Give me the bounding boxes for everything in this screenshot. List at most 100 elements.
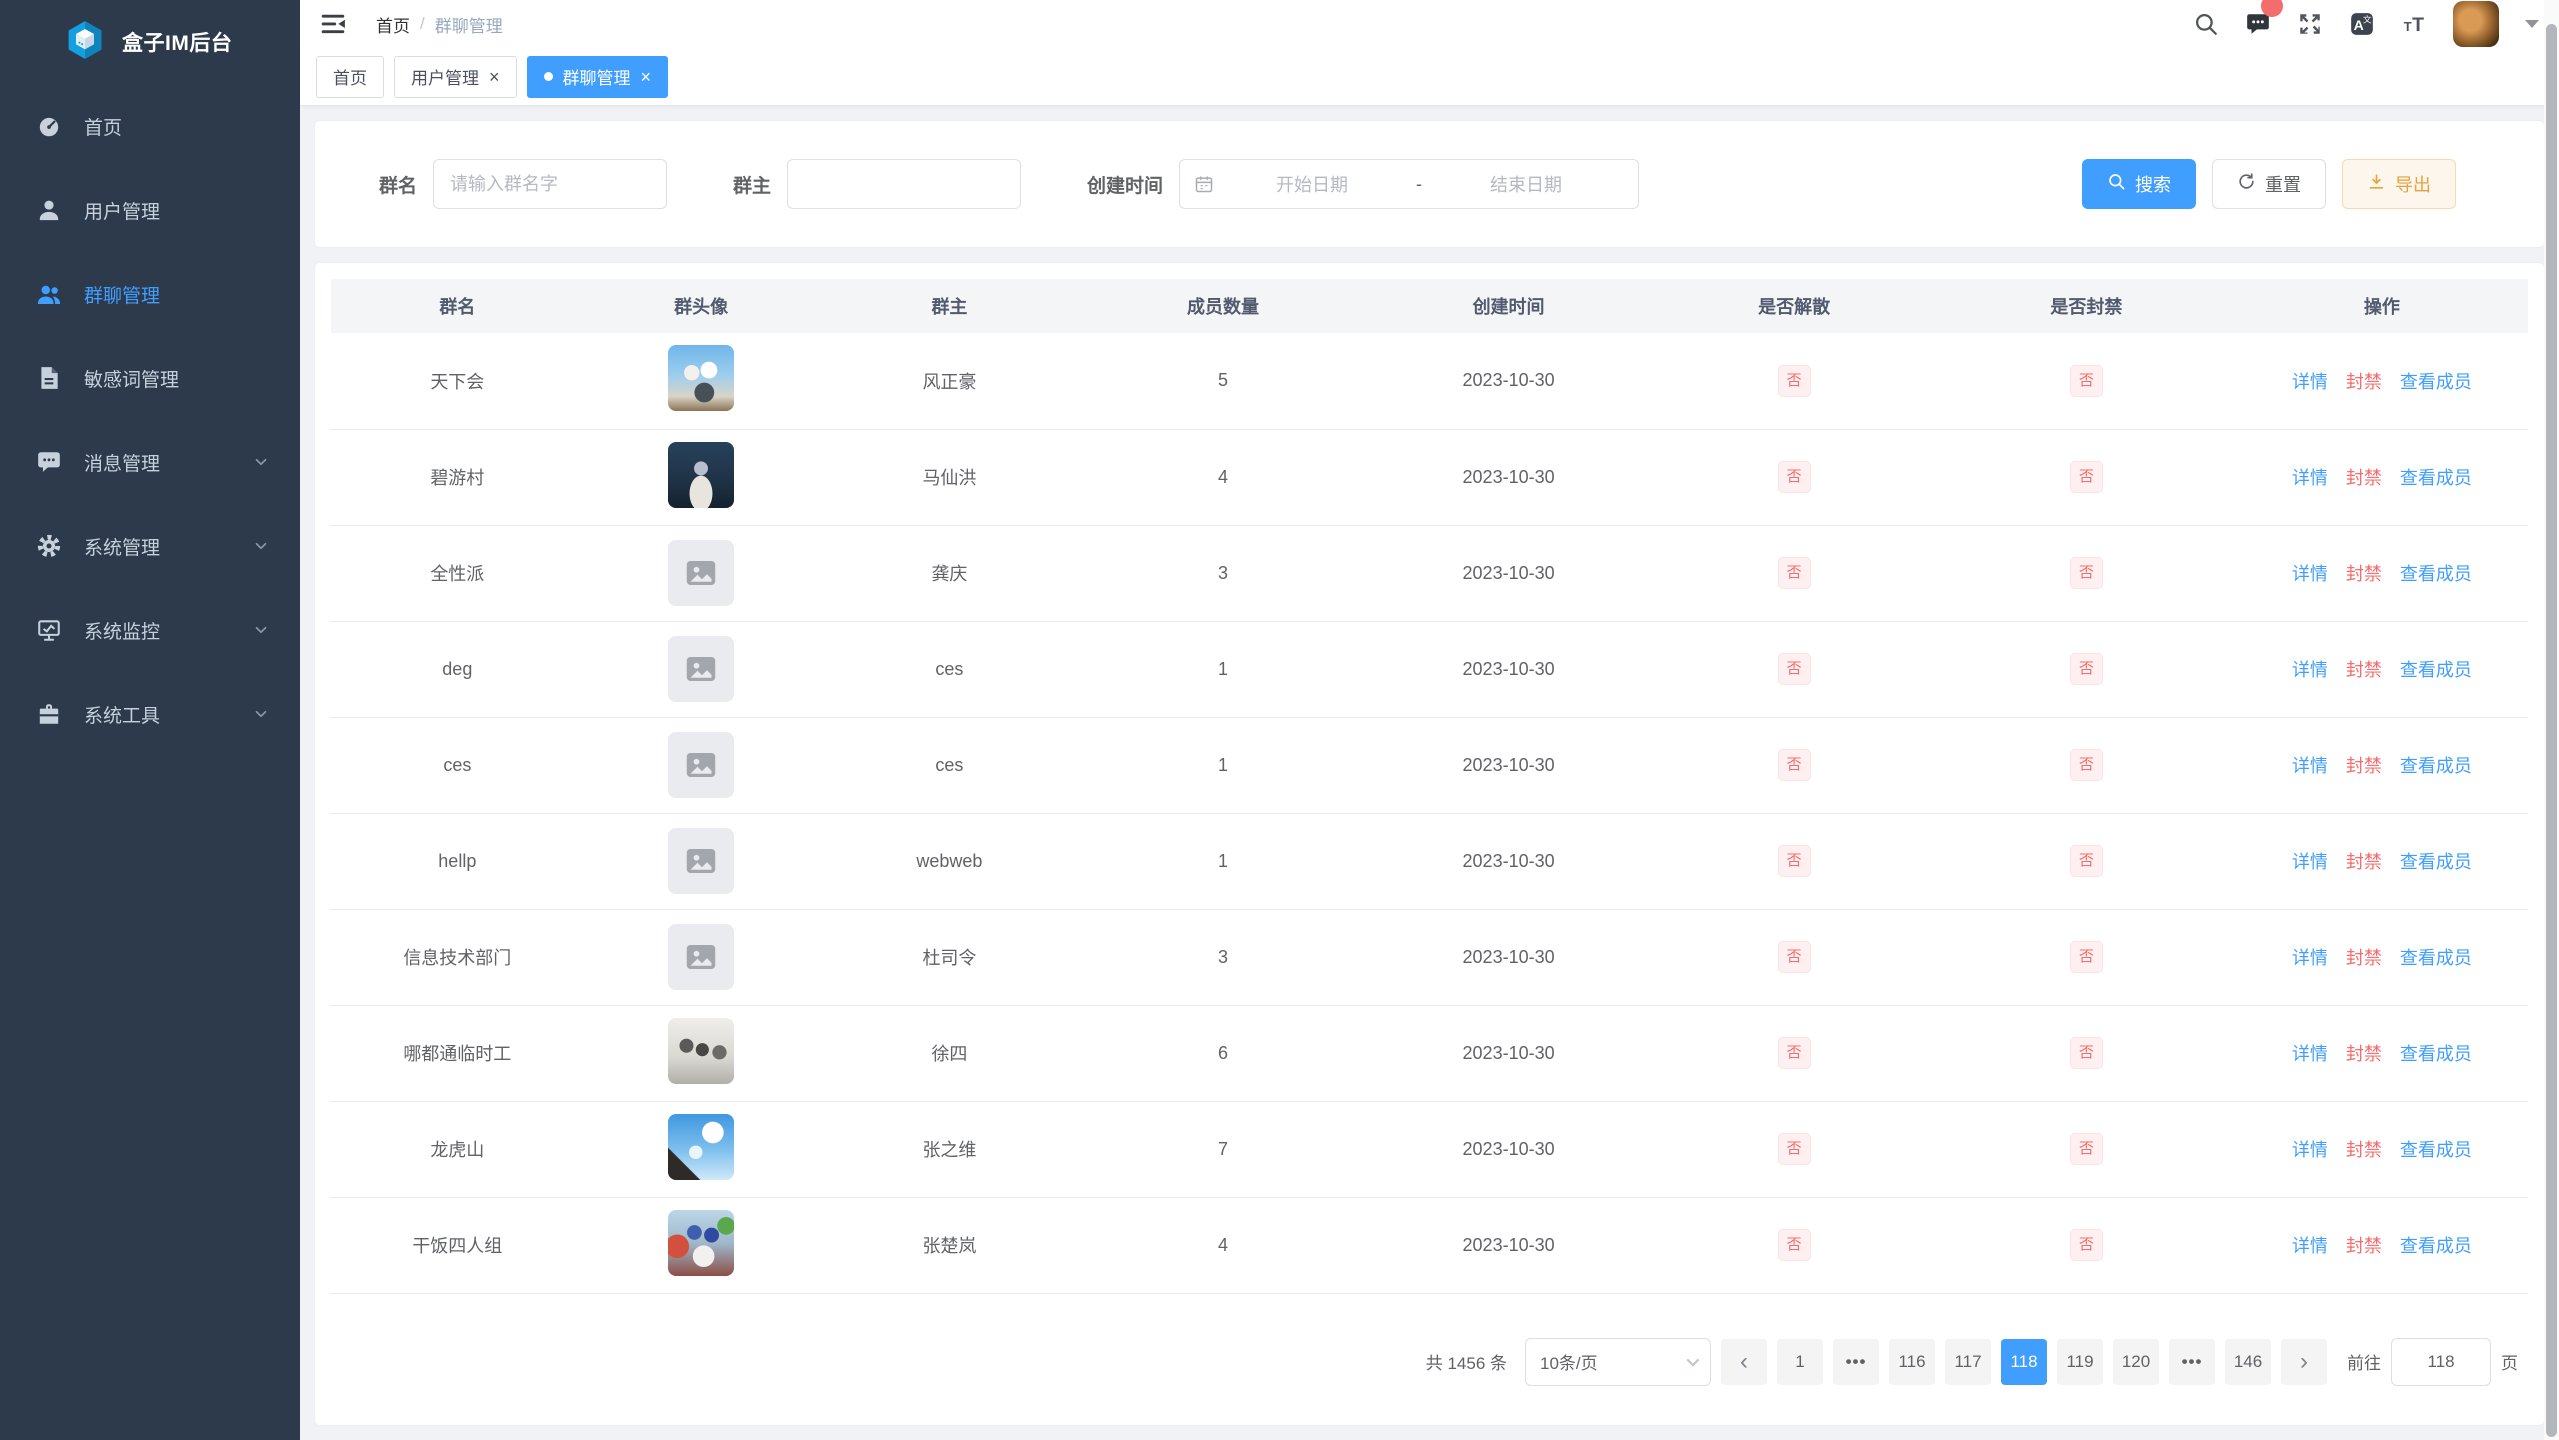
- export-button[interactable]: 导出: [2342, 159, 2456, 209]
- page-button-1[interactable]: 1: [1777, 1339, 1823, 1385]
- cell-member-count: 1: [1218, 755, 1228, 775]
- ban-link[interactable]: 封禁: [2346, 1044, 2382, 1064]
- cell-created: 2023-10-30: [1463, 467, 1555, 487]
- content-area: 群名 群主 创建时间 开始日期 - 结束日期: [300, 106, 2559, 1440]
- tab-1[interactable]: 用户管理×: [394, 56, 517, 98]
- ban-link[interactable]: 封禁: [2346, 756, 2382, 776]
- date-range-picker[interactable]: 开始日期 - 结束日期: [1179, 159, 1639, 209]
- detail-link[interactable]: 详情: [2292, 852, 2328, 872]
- main-area: 首页 / 群聊管理 A文 TT 首页用户管理×群聊管理×: [300, 0, 2559, 1440]
- page-button-117[interactable]: 117: [1945, 1339, 1991, 1385]
- user-avatar[interactable]: [2453, 1, 2499, 47]
- ban-link[interactable]: 封禁: [2346, 372, 2382, 392]
- refresh-icon: [2237, 172, 2256, 196]
- page-size-select[interactable]: 10条/页: [1525, 1338, 1711, 1386]
- view-members-link[interactable]: 查看成员: [2400, 1044, 2472, 1064]
- cell-group-name: 哪都通临时工: [403, 1044, 511, 1064]
- next-page-button[interactable]: ›: [2281, 1339, 2327, 1385]
- more-pages-icon[interactable]: •••: [1833, 1339, 1879, 1385]
- group-name-label: 群名: [379, 171, 417, 198]
- search-button[interactable]: 搜索: [2082, 159, 2196, 209]
- cell-member-count: 6: [1218, 1043, 1228, 1063]
- gear-icon: [36, 533, 62, 559]
- cell-created: 2023-10-30: [1463, 947, 1555, 967]
- view-members-link[interactable]: 查看成员: [2400, 660, 2472, 680]
- detail-link[interactable]: 详情: [2292, 1044, 2328, 1064]
- detail-link[interactable]: 详情: [2292, 372, 2328, 392]
- close-icon[interactable]: ×: [489, 68, 500, 86]
- page-button-146[interactable]: 146: [2225, 1339, 2271, 1385]
- view-members-link[interactable]: 查看成员: [2400, 564, 2472, 584]
- chevron-down-icon[interactable]: [2525, 20, 2539, 28]
- detail-link[interactable]: 详情: [2292, 564, 2328, 584]
- sidebar-item-2[interactable]: 群聊管理: [0, 252, 300, 336]
- sidebar-item-4[interactable]: 消息管理: [0, 420, 300, 504]
- sidebar-item-5[interactable]: 系统管理: [0, 504, 300, 588]
- ban-link[interactable]: 封禁: [2346, 660, 2382, 680]
- detail-link[interactable]: 详情: [2292, 948, 2328, 968]
- ban-link[interactable]: 封禁: [2346, 852, 2382, 872]
- sidebar-item-6[interactable]: 系统监控: [0, 588, 300, 672]
- page-button-119[interactable]: 119: [2057, 1339, 2103, 1385]
- fullscreen-icon[interactable]: [2297, 11, 2323, 37]
- detail-link[interactable]: 详情: [2292, 1140, 2328, 1160]
- message-icon[interactable]: [2245, 11, 2271, 37]
- close-icon[interactable]: ×: [641, 68, 652, 86]
- view-members-link[interactable]: 查看成员: [2400, 948, 2472, 968]
- tab-2[interactable]: 群聊管理×: [527, 56, 669, 98]
- more-pages-icon[interactable]: •••: [2169, 1339, 2215, 1385]
- group-name-input[interactable]: [433, 159, 667, 209]
- detail-link[interactable]: 详情: [2292, 1236, 2328, 1256]
- ban-link[interactable]: 封禁: [2346, 468, 2382, 488]
- group-avatar: [668, 345, 734, 411]
- total-count: 共 1456 条: [1426, 1349, 1507, 1374]
- font-size-icon[interactable]: TT: [2401, 11, 2427, 37]
- view-members-link[interactable]: 查看成员: [2400, 468, 2472, 488]
- monitor-icon: [36, 617, 62, 643]
- search-icon[interactable]: [2193, 11, 2219, 37]
- cell-group-name: ces: [443, 755, 471, 775]
- ban-link[interactable]: 封禁: [2346, 1236, 2382, 1256]
- ban-link[interactable]: 封禁: [2346, 948, 2382, 968]
- banned-badge: 否: [2070, 845, 2103, 878]
- group-avatar: [668, 442, 734, 508]
- view-members-link[interactable]: 查看成员: [2400, 756, 2472, 776]
- detail-link[interactable]: 详情: [2292, 468, 2328, 488]
- cell-owner: ces: [935, 755, 963, 775]
- page-button-116[interactable]: 116: [1889, 1339, 1935, 1385]
- column-header: 成员数量: [1080, 279, 1366, 333]
- svg-text:文: 文: [2363, 13, 2372, 24]
- sidebar-item-1[interactable]: 用户管理: [0, 168, 300, 252]
- tab-0[interactable]: 首页: [316, 56, 384, 98]
- reset-button[interactable]: 重置: [2212, 159, 2326, 209]
- view-members-link[interactable]: 查看成员: [2400, 1236, 2472, 1256]
- prev-page-button[interactable]: ‹: [1721, 1339, 1767, 1385]
- detail-link[interactable]: 详情: [2292, 660, 2328, 680]
- detail-link[interactable]: 详情: [2292, 756, 2328, 776]
- breadcrumb-home[interactable]: 首页: [376, 12, 410, 37]
- ban-link[interactable]: 封禁: [2346, 564, 2382, 584]
- group-avatar: [668, 732, 734, 798]
- menu-fold-icon[interactable]: [318, 9, 348, 39]
- app-logo: 盒子IM后台: [0, 0, 300, 84]
- table-row: 全性派龚庆32023-10-30否否详情封禁查看成员: [331, 525, 2528, 621]
- sidebar-item-7[interactable]: 系统工具: [0, 672, 300, 756]
- view-members-link[interactable]: 查看成员: [2400, 372, 2472, 392]
- ban-link[interactable]: 封禁: [2346, 1140, 2382, 1160]
- view-members-link[interactable]: 查看成员: [2400, 852, 2472, 872]
- sidebar-item-label: 消息管理: [84, 449, 160, 476]
- group-avatar: [668, 828, 734, 894]
- sidebar-item-3[interactable]: 敏感词管理: [0, 336, 300, 420]
- banned-badge: 否: [2070, 1229, 2103, 1262]
- sidebar-item-0[interactable]: 首页: [0, 84, 300, 168]
- scrollbar-thumb[interactable]: [2546, 24, 2557, 1437]
- group-avatar: [668, 1210, 734, 1276]
- owner-input[interactable]: [787, 159, 1021, 209]
- page-button-120[interactable]: 120: [2113, 1339, 2159, 1385]
- column-header: 创建时间: [1366, 279, 1652, 333]
- translate-icon[interactable]: A文: [2349, 11, 2375, 37]
- view-members-link[interactable]: 查看成员: [2400, 1140, 2472, 1160]
- goto-page-input[interactable]: [2391, 1338, 2491, 1386]
- page-button-118[interactable]: 118: [2001, 1339, 2047, 1385]
- table-row: 哪都通临时工徐四62023-10-30否否详情封禁查看成员: [331, 1005, 2528, 1101]
